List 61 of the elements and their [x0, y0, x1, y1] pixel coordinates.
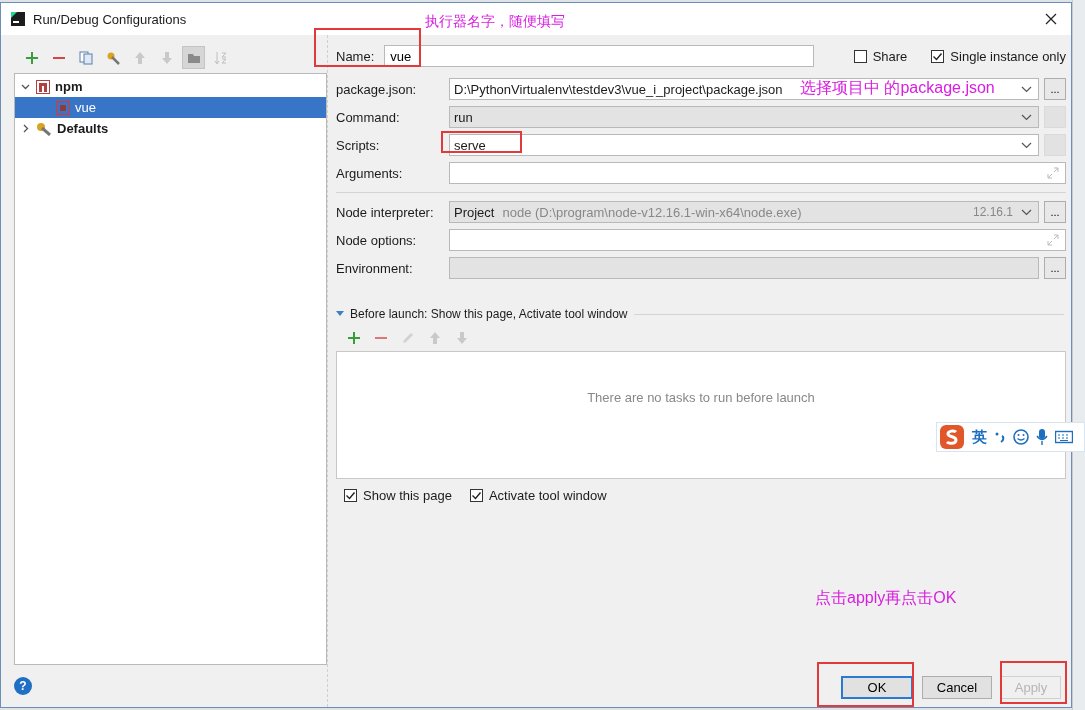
dropdown[interactable]: Project node (D:\program\node-v12.16.1-win-x64\node.exe) 12.16.1	[449, 201, 1039, 223]
checkbox-label[interactable]: Share	[872, 48, 908, 64]
checkbox[interactable]	[344, 489, 357, 502]
tree-item[interactable]: vue	[15, 97, 326, 118]
input-field[interactable]	[449, 229, 1066, 251]
field-label: Node options:	[336, 232, 418, 248]
dropdown[interactable]: run	[449, 106, 1039, 128]
highlight-box	[1000, 661, 1067, 704]
checkbox[interactable]	[931, 49, 945, 63]
wrench-icon	[36, 121, 52, 136]
input-field[interactable]	[449, 162, 1066, 184]
empty-message: There are no tasks to run before launch	[587, 390, 815, 406]
tree-item[interactable]: npm	[15, 76, 326, 97]
help-button[interactable]: ?	[14, 677, 32, 695]
window-title: Run/Debug Configurations	[33, 11, 187, 27]
app-icon	[11, 12, 25, 26]
field-label: Arguments:	[336, 165, 404, 181]
language-toggle[interactable]: 英	[972, 427, 987, 447]
dialog-button[interactable]: OK	[841, 676, 913, 699]
ime-logo-icon[interactable]	[939, 424, 965, 450]
plus-icon[interactable]	[24, 50, 39, 65]
chevron-down-icon[interactable]	[20, 82, 30, 91]
browse-button[interactable]: ...	[1044, 257, 1066, 279]
annotation-text: 选择项目中 的package.json	[800, 78, 995, 98]
wrench-icon[interactable]	[105, 50, 120, 65]
triangle-down-icon[interactable]	[336, 310, 344, 318]
smiley-icon[interactable]	[1013, 429, 1029, 445]
annotation-text: 点击apply再点击OK	[815, 588, 957, 608]
caret-icon	[1021, 208, 1032, 216]
field-label: Environment:	[336, 260, 414, 276]
copy-icon[interactable]	[78, 50, 93, 65]
npm-icon	[36, 79, 50, 94]
close-icon[interactable]	[1045, 13, 1057, 25]
annotation-text: 执行器名字，随便填写	[425, 13, 565, 31]
tree-item[interactable]: Defaults	[15, 118, 326, 139]
checkbox-label[interactable]: Show this page	[363, 488, 452, 503]
caret-icon	[1021, 85, 1032, 93]
punctuation-icon[interactable]	[994, 430, 1006, 444]
browse-button[interactable]: ...	[1044, 78, 1066, 100]
microphone-icon[interactable]	[1036, 429, 1048, 445]
keyboard-icon[interactable]	[1055, 430, 1073, 444]
dropdown[interactable]: serve	[449, 134, 1039, 156]
plus-icon[interactable]	[346, 331, 361, 345]
expand-icon[interactable]	[1047, 234, 1059, 246]
expand-icon[interactable]	[1047, 167, 1059, 179]
dialog-button[interactable]: Cancel	[922, 676, 992, 699]
caret-icon	[1021, 141, 1032, 149]
checkbox-label[interactable]: Activate tool window	[488, 488, 607, 503]
npm-icon	[56, 100, 70, 115]
checkbox-label[interactable]: Single instance only	[950, 48, 1066, 64]
field-label: Name:	[336, 48, 375, 64]
field-label: Node interpreter:	[336, 204, 435, 220]
section-title[interactable]: Before launch: Show this page, Activate tool window	[350, 307, 628, 321]
checkbox[interactable]	[853, 49, 867, 63]
field-label: package.json:	[336, 81, 418, 97]
field-label: Command:	[336, 109, 401, 125]
browse-button[interactable]: ...	[1044, 201, 1066, 223]
name-field[interactable]: vue	[384, 45, 815, 67]
caret-icon	[1021, 113, 1032, 121]
field-label: Scripts:	[336, 137, 381, 153]
checkbox[interactable]	[469, 489, 483, 502]
